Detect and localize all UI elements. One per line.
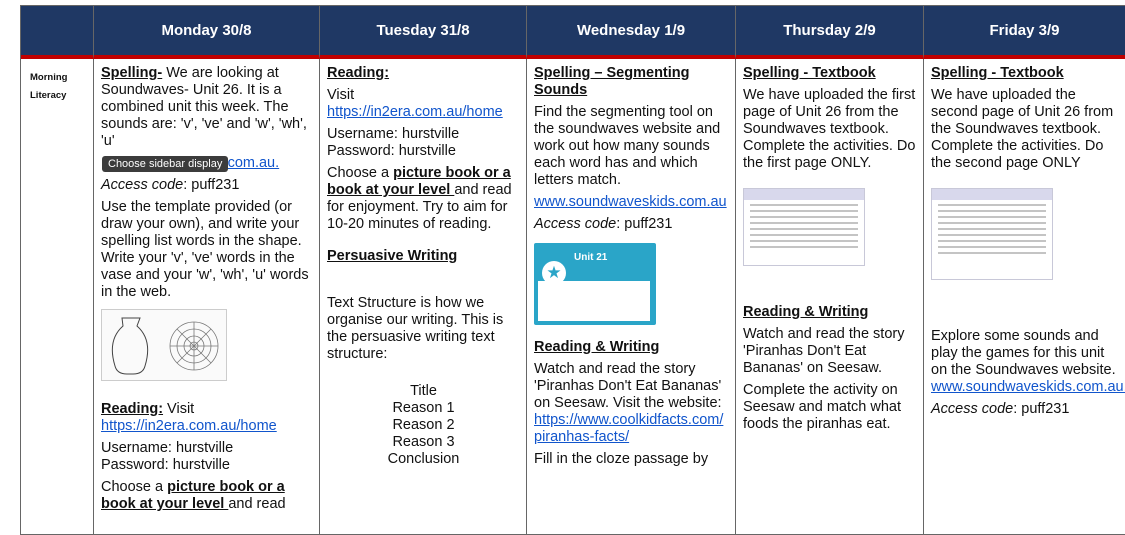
monday-template-text: Use the template provided (or draw your … [101,199,309,300]
structure-item: Reason 2 [392,417,455,433]
unit-card-title: Unit 21 [574,252,608,263]
friday-access-value: : puff231 [1013,401,1070,417]
wednesday-rw-heading: Reading & Writing [534,339,660,355]
friday-spelling-heading: Spelling - Textbook [931,65,1064,81]
tuesday-structure-text: Text Structure is how we organise our wr… [327,295,504,362]
row-label: Morning Literacy [21,59,94,535]
monday-spelling-heading: Spelling- [101,65,163,81]
tuesday-username: Username: hurstville [327,126,460,142]
header-friday: Friday 3/9 [924,6,1125,59]
wednesday-access-value: : puff231 [616,216,673,232]
monday-choose-pre: Choose a [101,479,168,495]
thursday-spelling-text: We have uploaded the first page of Unit … [743,87,916,171]
wednesday-piranha-link[interactable]: https://www.coolkidfacts.com/piranhas-fa… [534,412,723,445]
thursday-rw-text: Watch and read the story 'Piranhas Don't… [743,326,905,376]
header-wednesday: Wednesday 1/9 [527,6,736,59]
tuesday-choose-pre: Choose a [327,165,394,181]
textbook-page-1-image [743,188,865,266]
wednesday-access-label: Access code [534,216,617,232]
monday-password: Password: hurstville [101,457,230,473]
wednesday-cell: Spelling – Segmenting Sounds Find the se… [527,59,736,535]
unit-21-screenshot: Unit 21 ★ [534,243,656,325]
wednesday-cloze: Fill in the cloze passage by [534,451,709,467]
monday-choose-post: and read [228,496,286,512]
timetable: Monday 30/8 Tuesday 31/8 Wednesday 1/9 T… [20,5,1125,535]
header-tuesday: Tuesday 31/8 [320,6,527,59]
row-label-line1: Morning [30,72,68,83]
tuesday-persuasive-heading: Persuasive Writing [327,248,458,264]
sidebar-display-tooltip: Choose sidebar display [102,156,229,172]
wednesday-soundwaves-link[interactable]: www.soundwaveskids.com.au [534,194,727,210]
header-thursday: Thursday 2/9 [736,6,924,59]
structure-item: Title [410,383,437,399]
friday-soundwaves-link[interactable]: www.soundwaveskids.com.au. [931,379,1125,395]
thursday-spelling-heading: Spelling - Textbook [743,65,876,81]
tuesday-reading-link[interactable]: https://in2era.com.au/home [327,104,503,120]
monday-reading-text: Visit [163,401,195,417]
structure-item: Conclusion [387,451,460,467]
monday-reading-link[interactable]: https://in2era.com.au/home [101,418,277,434]
header-monday: Monday 30/8 [94,6,320,59]
thursday-rw-heading: Reading & Writing [743,304,869,320]
wednesday-spelling-heading: Spelling – Segmenting Sounds [534,65,690,98]
tuesday-cell: Reading: Visit https://in2era.com.au/home… [320,59,527,535]
monday-access-label: Access code [101,177,184,193]
vase-web-template-image [101,309,227,381]
thursday-cell: Spelling - Textbook We have uploaded the… [736,59,924,535]
friday-cell: Spelling - Textbook We have uploaded the… [924,59,1125,535]
tuesday-reading-heading: Reading: [327,65,390,81]
monday-username: Username: hurstville [101,440,234,456]
friday-explore: Explore some sounds and play the games f… [931,328,1116,378]
monday-reading-heading: Reading: [101,401,164,417]
unit-card-pane [538,281,650,321]
structure-list: Title Reason 1 Reason 2 Reason 3 Conclus… [327,383,520,468]
friday-spelling-text: We have uploaded the second page of Unit… [931,87,1114,171]
monday-spelling: Spelling- We are looking at Soundwaves- … [101,65,313,150]
wednesday-rw-text: Watch and read the story 'Piranhas Don't… [534,361,722,411]
friday-access-label: Access code [931,401,1014,417]
textbook-page-2-image [931,188,1053,280]
tuesday-password: Password: hurstville [327,143,456,159]
structure-item: Reason 1 [392,400,455,416]
wednesday-spelling-text: Find the segmenting tool on the soundwav… [534,104,721,188]
monday-cell: Spelling- We are looking at Soundwaves- … [94,59,320,535]
tuesday-visit: Visit [327,87,355,103]
monday-access-value: : puff231 [183,177,240,193]
header-corner [21,6,94,59]
row-label-line2: Literacy [30,90,67,101]
thursday-activity: Complete the activity on Seesaw and matc… [743,382,901,432]
structure-item: Reason 3 [392,434,455,450]
